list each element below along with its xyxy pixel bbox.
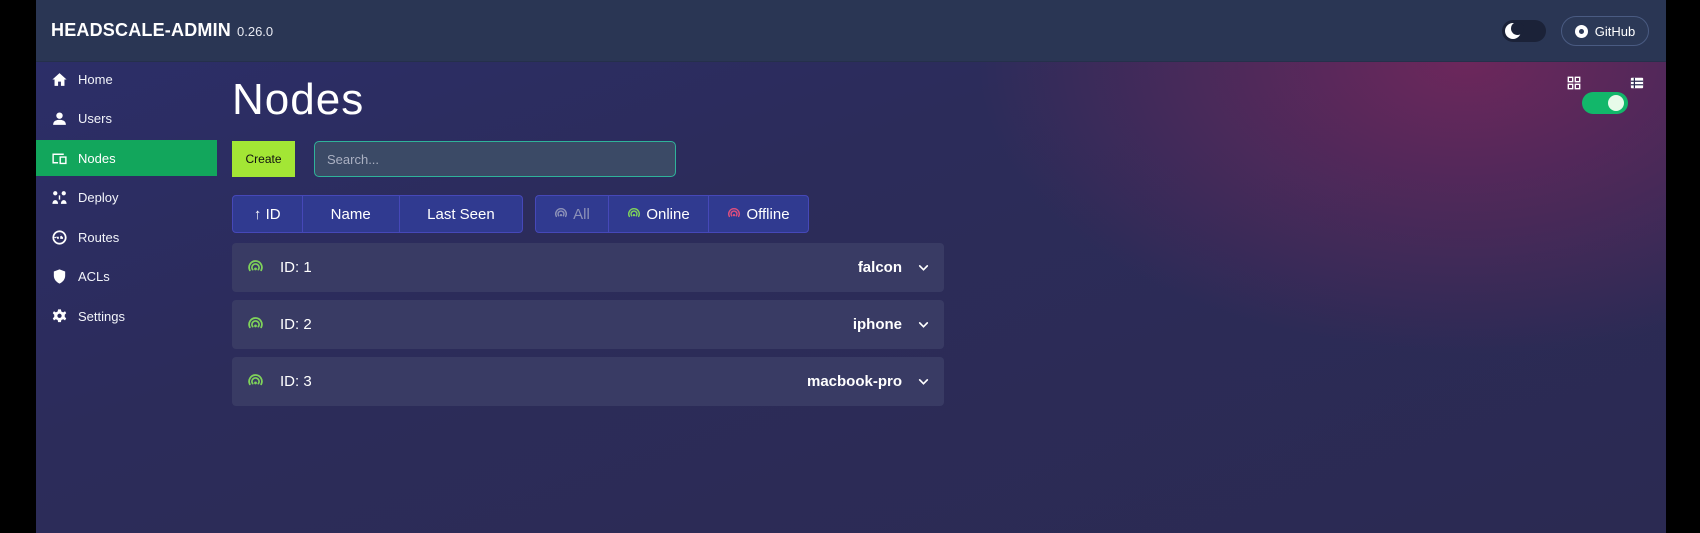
node-row[interactable]: ID: 3 macbook-pro bbox=[232, 357, 944, 406]
chevron-down-icon[interactable] bbox=[917, 375, 930, 388]
toggle-knob bbox=[1608, 95, 1624, 111]
sidebar-item-settings[interactable]: Settings bbox=[36, 298, 217, 334]
sidebar-item-users[interactable]: Users bbox=[36, 101, 217, 137]
filter-group: All Online Offline bbox=[535, 195, 809, 233]
shield-icon bbox=[51, 268, 68, 285]
sidebar-item-nodes[interactable]: Nodes bbox=[36, 140, 217, 176]
moon-icon bbox=[1505, 22, 1524, 39]
deploy-icon bbox=[51, 189, 68, 206]
online-status-icon bbox=[248, 260, 263, 272]
top-bar: HEADSCALE-ADMIN 0.26.0 GitHub bbox=[36, 0, 1666, 62]
filter-online-label: Online bbox=[646, 205, 690, 223]
chevron-down-icon[interactable] bbox=[917, 318, 930, 331]
signal-icon bbox=[728, 207, 741, 218]
node-id: ID: 1 bbox=[280, 259, 312, 276]
sidebar-item-label: Deploy bbox=[78, 190, 119, 205]
home-icon bbox=[51, 71, 68, 88]
sidebar-item-routes[interactable]: Routes bbox=[36, 219, 217, 255]
filter-all-button[interactable]: All bbox=[536, 196, 609, 232]
sidebar-item-label: ACLs bbox=[78, 269, 110, 284]
app-name: HEADSCALE-ADMIN bbox=[51, 20, 231, 40]
node-row[interactable]: ID: 1 falcon bbox=[232, 243, 944, 292]
sidebar-item-label: Settings bbox=[78, 308, 125, 324]
sidebar-item-label: Users bbox=[78, 111, 112, 126]
node-id: ID: 2 bbox=[280, 316, 312, 333]
filter-offline-button[interactable]: Offline bbox=[709, 196, 808, 232]
sidebar-item-label: Nodes bbox=[78, 150, 116, 166]
node-name: falcon bbox=[857, 259, 902, 276]
sort-by-last-seen-button[interactable]: Last Seen bbox=[400, 196, 522, 232]
page-title: Nodes bbox=[232, 75, 365, 124]
sidebar-item-acls[interactable]: ACLs bbox=[36, 259, 217, 295]
sidebar: Home Users Nodes Deploy Routes ACLs Sett… bbox=[36, 61, 217, 338]
signal-icon bbox=[555, 207, 568, 218]
sidebar-item-home[interactable]: Home bbox=[36, 61, 217, 97]
online-status-icon bbox=[248, 317, 263, 329]
filter-all-label: All bbox=[573, 205, 590, 223]
brand[interactable]: HEADSCALE-ADMIN 0.26.0 bbox=[51, 20, 273, 41]
app-version: 0.26.0 bbox=[237, 24, 274, 39]
gear-icon bbox=[51, 308, 68, 325]
sort-by-name-button[interactable]: Name bbox=[303, 196, 400, 232]
online-status-icon bbox=[248, 374, 263, 386]
sidebar-item-deploy[interactable]: Deploy bbox=[36, 180, 217, 216]
view-mode-toggle[interactable] bbox=[1582, 92, 1628, 114]
search-input[interactable] bbox=[314, 141, 676, 177]
list-view-icon[interactable] bbox=[1630, 76, 1644, 90]
node-name: iphone bbox=[852, 316, 902, 333]
sort-by-id-button[interactable]: ↑ ID bbox=[233, 196, 303, 232]
app-frame: HEADSCALE-ADMIN 0.26.0 GitHub Home Users bbox=[36, 0, 1666, 533]
node-id: ID: 3 bbox=[280, 373, 312, 390]
sidebar-item-label: Routes bbox=[78, 229, 120, 245]
grid-view-icon[interactable] bbox=[1567, 76, 1581, 90]
node-name: macbook-pro bbox=[806, 373, 902, 390]
create-button[interactable]: Create bbox=[232, 141, 295, 177]
chevron-down-icon[interactable] bbox=[917, 261, 930, 274]
sort-group: ↑ ID Name Last Seen bbox=[232, 195, 523, 233]
filter-online-button[interactable]: Online bbox=[609, 196, 709, 232]
github-button[interactable]: GitHub bbox=[1561, 16, 1649, 46]
github-icon bbox=[1574, 24, 1588, 38]
github-label: GitHub bbox=[1594, 23, 1636, 39]
sidebar-item-label: Home bbox=[78, 71, 113, 87]
devices-icon bbox=[51, 150, 68, 167]
signal-icon bbox=[628, 207, 641, 218]
node-row[interactable]: ID: 2 iphone bbox=[232, 300, 944, 349]
user-icon bbox=[51, 110, 68, 127]
theme-toggle[interactable] bbox=[1502, 20, 1546, 42]
filter-offline-label: Offline bbox=[746, 205, 790, 223]
routes-icon bbox=[51, 229, 68, 246]
